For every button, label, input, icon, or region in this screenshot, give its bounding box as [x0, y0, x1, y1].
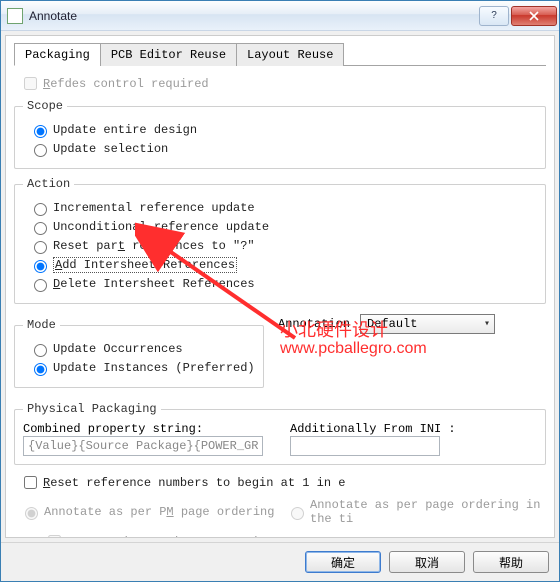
- scope-legend: Scope: [23, 99, 67, 113]
- refdes-control-checkbox: Refdes control required: [20, 74, 546, 93]
- annotate-pm-ordering: Annotate as per PM page ordering: [20, 498, 280, 526]
- mode-group: Mode Update Occurrences Update Instances…: [14, 318, 264, 388]
- refdes-control-input: [24, 77, 37, 90]
- action-add-intersheet-input[interactable]: [34, 260, 47, 273]
- window-title: Annotate: [29, 9, 77, 23]
- physical-packaging-group: Physical Packaging Combined property str…: [14, 402, 546, 465]
- action-add-intersheet[interactable]: Add Intersheet References: [29, 257, 537, 273]
- mode-update-occurrences-input[interactable]: [34, 344, 47, 357]
- annotation-combo[interactable]: Default ▾: [360, 314, 495, 334]
- mode-legend: Mode: [23, 318, 60, 332]
- physical-legend: Physical Packaging: [23, 402, 161, 416]
- action-incremental-input[interactable]: [34, 203, 47, 216]
- combined-property-input[interactable]: [23, 436, 263, 456]
- app-icon: [7, 8, 23, 24]
- action-unconditional-input[interactable]: [34, 222, 47, 235]
- cancel-button[interactable]: 取消: [389, 551, 465, 573]
- scope-update-entire-input[interactable]: [34, 125, 47, 138]
- mode-update-instances[interactable]: Update Instances (Preferred): [29, 360, 255, 376]
- action-delete-intersheet[interactable]: Delete Intersheet References: [29, 276, 537, 292]
- annotate-page-ordering: Annotate as per page ordering in the ti: [286, 498, 546, 526]
- ok-button[interactable]: 确定: [305, 551, 381, 573]
- scope-update-entire[interactable]: Update entire design: [29, 122, 537, 138]
- chevron-down-icon: ▾: [484, 318, 490, 330]
- reset-reference-checkbox[interactable]: Reset reference numbers to begin at 1 in…: [20, 473, 546, 492]
- action-reset-input[interactable]: [34, 241, 47, 254]
- action-unconditional[interactable]: Unconditional reference update: [29, 219, 537, 235]
- close-button[interactable]: [511, 6, 557, 26]
- no-change-page-input: [48, 535, 61, 538]
- help-button-titlebar[interactable]: ?: [479, 6, 509, 26]
- mode-update-occurrences[interactable]: Update Occurrences: [29, 341, 255, 357]
- scope-update-selection-input[interactable]: [34, 144, 47, 157]
- mode-update-instances-input[interactable]: [34, 363, 47, 376]
- additionally-input[interactable]: [290, 436, 440, 456]
- tab-pcb-editor-reuse[interactable]: PCB Editor Reuse: [100, 43, 237, 66]
- scope-group: Scope Update entire design Update select…: [14, 99, 546, 169]
- action-delete-intersheet-input[interactable]: [34, 279, 47, 292]
- combined-property-label: Combined property string:: [23, 422, 270, 436]
- tab-packaging[interactable]: Packaging: [14, 43, 101, 66]
- action-legend: Action: [23, 177, 74, 191]
- annotation-label: Annotation: [278, 317, 350, 331]
- action-reset[interactable]: Reset part references to "?": [29, 238, 537, 254]
- titlebar: Annotate ?: [1, 1, 559, 31]
- additionally-label: Additionally From INI :: [290, 422, 537, 436]
- annotate-page-input: [291, 507, 304, 520]
- annotate-pm-input: [25, 507, 38, 520]
- annotation-value: Default: [367, 317, 417, 331]
- tab-bar: Packaging PCB Editor Reuse Layout Reuse: [14, 42, 546, 66]
- close-icon: [529, 11, 539, 21]
- scope-update-selection[interactable]: Update selection: [29, 141, 537, 157]
- no-change-page-checkbox: Do not change the page number: [44, 532, 546, 538]
- button-bar: 确定 取消 帮助: [1, 542, 559, 581]
- tab-layout-reuse[interactable]: Layout Reuse: [236, 43, 344, 66]
- client-area: Packaging PCB Editor Reuse Layout Reuse …: [5, 35, 555, 538]
- reset-reference-input[interactable]: [24, 476, 37, 489]
- action-group: Action Incremental reference update Unco…: [14, 177, 546, 304]
- action-incremental[interactable]: Incremental reference update: [29, 200, 537, 216]
- help-button[interactable]: 帮助: [473, 551, 549, 573]
- annotate-window: Annotate ? Packaging PCB Editor Reuse La…: [0, 0, 560, 582]
